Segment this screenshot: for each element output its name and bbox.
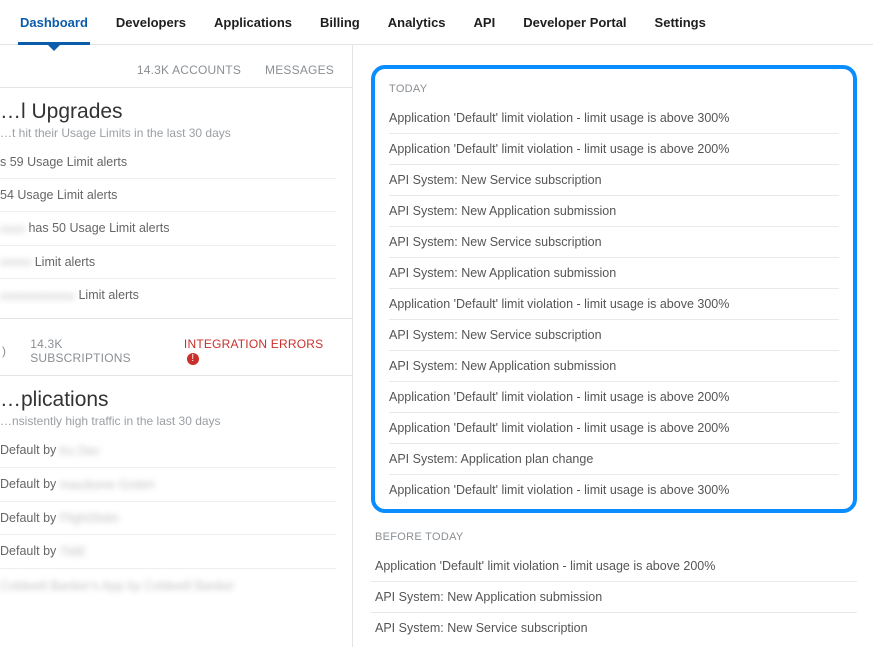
list-item-text: s 59 Usage Limit alerts [0,155,127,169]
applications-section: …plications …nsistently high traffic in … [0,376,352,608]
message-row[interactable]: Application 'Default' limit violation - … [389,289,839,320]
tab-integration-errors-label: INTEGRATION ERRORS [184,337,323,351]
nav-billing[interactable]: Billing [318,9,362,44]
redacted-text: Kx Dec [60,444,100,458]
message-row[interactable]: API System: New Application submission [389,351,839,382]
nav-developers[interactable]: Developers [114,9,188,44]
message-row[interactable]: API System: New Service subscription [389,227,839,258]
applications-tabs: ) 14.3K SUBSCRIPTIONS INTEGRATION ERRORS… [0,319,352,376]
list-item-text: Default by [0,477,60,491]
nav-api[interactable]: API [472,9,498,44]
upgrades-title: …l Upgrades [0,100,336,124]
message-row[interactable]: Application 'Default' limit violation - … [389,413,839,444]
redacted-text: TME [60,545,86,559]
nav-analytics[interactable]: Analytics [386,9,448,44]
redacted-text: xxxx [0,222,25,236]
list-item[interactable]: Default by Kx Dec [0,434,336,467]
error-badge-icon: ! [187,353,199,365]
message-row[interactable]: API System: Application plan change [389,444,839,475]
redacted-text: Coldwell Banker's App by Coldwell Banker [0,579,234,593]
list-item-text: Default by [0,544,60,558]
tab-accounts[interactable]: 14.3K ACCOUNTS [137,63,241,77]
nav-dashboard[interactable]: Dashboard [18,9,90,44]
message-row[interactable]: API System: New Service subscription [389,320,839,351]
top-nav: Dashboard Developers Applications Billin… [0,0,873,45]
message-row[interactable]: API System: New Service subscription [389,165,839,196]
redacted-text: xxxxx [0,255,31,269]
list-item-text: 54 Usage Limit alerts [0,188,117,202]
redacted-text: xxxxxxxxxxxx [0,289,75,303]
message-row[interactable]: API System: New Application submission [371,582,857,613]
message-row[interactable]: Application 'Default' limit violation - … [389,475,839,509]
tab-integration-errors[interactable]: INTEGRATION ERRORS ! [184,337,334,365]
list-item[interactable]: Coldwell Banker's App by Coldwell Banker [0,568,336,602]
message-row[interactable]: Application 'Default' limit violation - … [389,134,839,165]
list-item[interactable]: xxxxx Limit alerts [0,245,336,279]
messages-before-header: BEFORE TODAY [371,527,857,551]
list-item-text: Default by [0,511,60,525]
upgrades-section: …l Upgrades …t hit their Usage Limits in… [0,88,352,319]
right-column: TODAY Application 'Default' limit violat… [353,45,873,647]
nav-settings[interactable]: Settings [653,9,708,44]
list-item[interactable]: Default by TME [0,534,336,568]
redacted-text: FlightStats [60,511,119,525]
left-column: 14.3K ACCOUNTS MESSAGES …l Upgrades …t h… [0,45,353,647]
redacted-text: maxdome GmbH [60,478,154,492]
upgrades-tabs: 14.3K ACCOUNTS MESSAGES [0,45,352,88]
list-item[interactable]: Default by maxdome GmbH [0,467,336,501]
messages-today-header: TODAY [389,79,839,103]
applications-subtitle: …nsistently high traffic in the last 30 … [0,414,336,428]
upgrades-subtitle: …t hit their Usage Limits in the last 30… [0,126,336,140]
list-item-text: Limit alerts [31,255,95,269]
list-item[interactable]: Default by FlightStats [0,501,336,535]
nav-applications[interactable]: Applications [212,9,294,44]
message-row[interactable]: API System: New Service subscription [371,613,857,647]
list-item[interactable]: xxxxxxxxxxxx Limit alerts [0,278,336,312]
message-row[interactable]: Application 'Default' limit violation - … [389,103,839,134]
list-item[interactable]: s 59 Usage Limit alerts [0,146,336,178]
applications-title: …plications [0,388,336,412]
message-row[interactable]: Application 'Default' limit violation - … [389,382,839,413]
list-item-text: Limit alerts [75,288,139,302]
messages-before-box: BEFORE TODAY Application 'Default' limit… [371,527,857,647]
list-item[interactable]: xxxx has 50 Usage Limit alerts [0,211,336,245]
message-row[interactable]: Application 'Default' limit violation - … [371,551,857,582]
nav-developer-portal[interactable]: Developer Portal [521,9,628,44]
list-item-text: has 50 Usage Limit alerts [25,221,170,235]
list-item[interactable]: 54 Usage Limit alerts [0,178,336,211]
list-item-text: Default by [0,443,60,457]
tab-messages[interactable]: MESSAGES [265,63,334,77]
message-row[interactable]: API System: New Application submission [389,196,839,227]
tab-left-extra[interactable]: ) [2,344,6,358]
messages-today-box: TODAY Application 'Default' limit violat… [371,65,857,513]
message-row[interactable]: API System: New Application submission [389,258,839,289]
tab-subscriptions[interactable]: 14.3K SUBSCRIPTIONS [30,337,160,365]
